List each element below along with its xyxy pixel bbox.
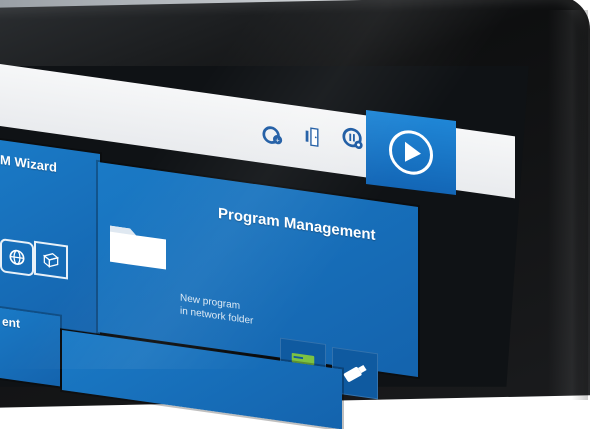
usb-stick-icon (343, 365, 367, 382)
device-edge-highlight (548, 10, 588, 400)
play-button[interactable] (366, 110, 456, 196)
globe-icon[interactable] (0, 238, 34, 277)
tile-bottom-left[interactable]: ent (0, 308, 60, 387)
program-subtitle: New program in network folder (180, 292, 300, 335)
network-status-icon[interactable]: + (262, 123, 284, 148)
pause-settings-icon[interactable] (342, 126, 364, 151)
tile-wizard[interactable]: M Wizard (0, 140, 100, 335)
play-icon (389, 127, 433, 178)
tile-bottom-left-title: ent (2, 314, 20, 331)
svg-text:+: + (275, 138, 280, 145)
tile-program-title: Program Management (218, 204, 376, 245)
door-exit-icon[interactable] (302, 124, 324, 149)
tile-wizard-title: M Wizard (0, 152, 57, 176)
folder-icon (108, 215, 168, 271)
box-3d-icon[interactable] (34, 240, 68, 280)
